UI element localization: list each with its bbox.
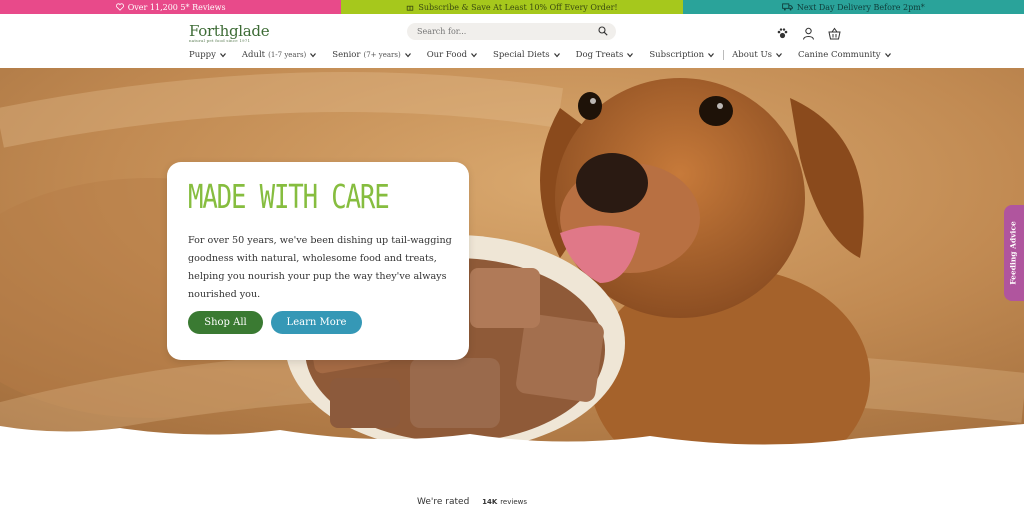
heart-icon	[115, 3, 124, 11]
account-icon[interactable]	[802, 25, 815, 40]
feeding-advice-text: Feeding Advice	[1008, 221, 1018, 285]
nav-divider	[723, 50, 725, 60]
hero-heading: MADE WITH CARE	[188, 177, 390, 216]
truck-icon	[782, 3, 793, 11]
nav-label: Special Diets	[493, 50, 550, 60]
chevron-down-icon	[471, 53, 478, 58]
promo-subscribe[interactable]: Subscribe & Save At Least 10% Off Every …	[341, 0, 683, 14]
nav-our-food[interactable]: Our Food	[427, 50, 478, 60]
rating-strip: We're rated 14K reviews	[417, 497, 527, 507]
nav-label: Dog Treats	[575, 50, 624, 60]
nav-about-us[interactable]: About Us	[732, 50, 783, 60]
nav-label: Senior	[332, 50, 361, 60]
promo-reviews-text: Over 11,200 5* Reviews	[127, 2, 226, 12]
nav-label: Adult	[241, 50, 266, 60]
chevron-down-icon	[219, 53, 226, 58]
hero-image	[0, 68, 1024, 448]
promo-subscribe-text: Subscribe & Save At Least 10% Off Every …	[418, 2, 618, 12]
nav-note: (7+ years)	[363, 51, 401, 59]
nav-adult[interactable]: Adult (1-7 years)	[242, 50, 317, 60]
basket-icon[interactable]	[828, 25, 841, 40]
nav-label: Our Food	[426, 50, 468, 60]
chevron-down-icon	[553, 53, 560, 58]
promo-reviews[interactable]: Over 11,200 5* Reviews	[0, 0, 342, 14]
nav-dog-treats[interactable]: Dog Treats	[576, 50, 635, 60]
logo[interactable]: Forthglade natural pet food since 1971	[189, 22, 270, 43]
gift-icon	[407, 5, 414, 11]
review-count: 14K	[482, 498, 498, 506]
hero-card: MADE WITH CARE For over 50 years, we've …	[167, 162, 469, 360]
nav-label: Subscription	[649, 50, 705, 60]
chevron-down-icon	[884, 53, 891, 58]
hero-banner: MADE WITH CARE For over 50 years, we've …	[0, 68, 1024, 448]
shop-all-button[interactable]: Shop All	[188, 311, 263, 334]
chevron-down-icon	[708, 53, 715, 58]
nav-label: About Us	[732, 50, 772, 60]
search-bar	[407, 23, 616, 40]
promo-delivery[interactable]: Next Day Delivery Before 2pm*	[682, 0, 1024, 14]
chevron-down-icon	[404, 53, 411, 58]
nav-puppy[interactable]: Puppy	[189, 50, 227, 60]
review-suffix: reviews	[500, 498, 527, 506]
learn-more-button[interactable]: Learn More	[271, 311, 362, 334]
header-icons	[776, 25, 841, 40]
promo-bar: Over 11,200 5* Reviews Subscribe & Save …	[0, 0, 1024, 14]
chevron-down-icon	[310, 53, 317, 58]
chevron-down-icon	[627, 53, 634, 58]
rating-text: We're rated	[417, 497, 470, 507]
nav-special-diets[interactable]: Special Diets	[493, 50, 561, 60]
nav-label: Canine Community	[797, 50, 881, 60]
search-input[interactable]	[407, 26, 589, 37]
hero-body: For over 50 years, we've been dishing up…	[188, 235, 452, 300]
nav-senior[interactable]: Senior (7+ years)	[332, 50, 411, 60]
search-icon[interactable]	[598, 26, 608, 36]
promo-delivery-text: Next Day Delivery Before 2pm*	[796, 2, 925, 12]
site-header: Forthglade natural pet food since 1971 P…	[0, 14, 1024, 68]
nav-label: Puppy	[189, 50, 216, 60]
paw-icon[interactable]	[776, 25, 789, 39]
chevron-down-icon	[776, 53, 782, 58]
nav-subscription[interactable]: Subscription	[649, 50, 715, 60]
nav-note: (1-7 years)	[268, 51, 307, 59]
main-nav: Puppy Adult (1-7 years) Senior (7+ years) …	[189, 50, 907, 60]
nav-canine-community[interactable]: Canine Community	[798, 50, 892, 60]
feeding-advice-tab[interactable]: Feeding Advice	[1004, 205, 1024, 301]
